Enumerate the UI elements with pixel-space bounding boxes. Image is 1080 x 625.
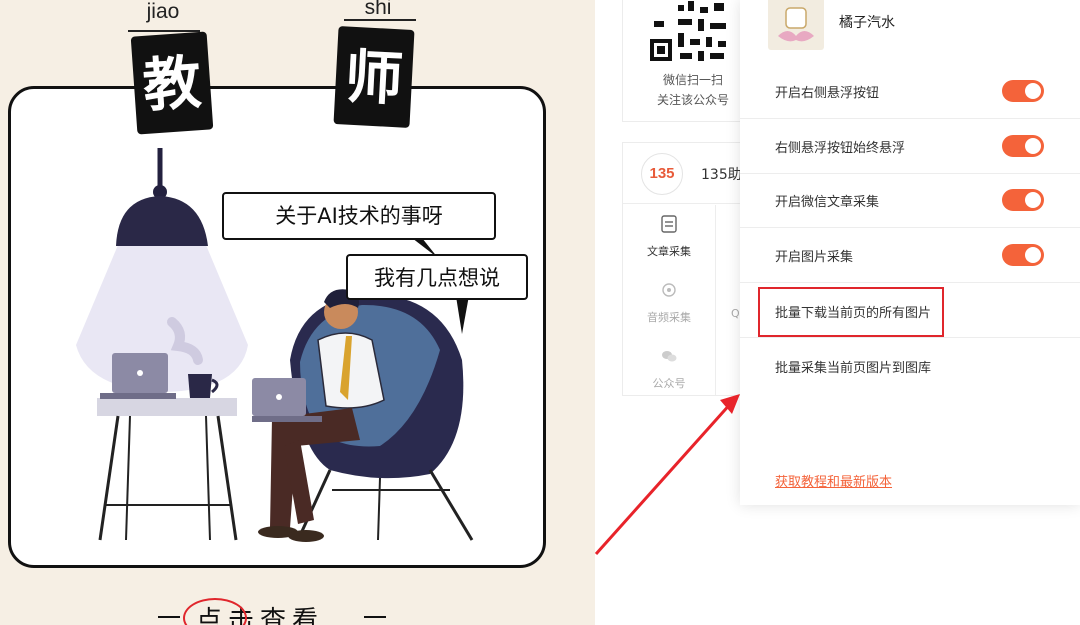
account-avatar [768,0,824,50]
setting-row-always-float: 右侧悬浮按钮始终悬浮 [740,119,1080,174]
image-collect-toggle[interactable] [1002,244,1044,266]
grid-label: 文章采集 [647,245,691,258]
speech-bubble-1: 关于AI技术的事呀 [222,192,496,240]
arrow-annotation-icon [594,394,740,556]
setting-label: 开启图片采集 [775,250,854,265]
divider [740,337,1080,338]
grid-audio-collect[interactable]: 音频采集 [623,271,715,335]
always-float-toggle[interactable] [1002,135,1044,157]
setting-row-wechat-collect: 开启微信文章采集 [740,173,1080,228]
float-button-toggle[interactable] [1002,80,1044,102]
document-icon [661,215,677,233]
account-name: 橘子汽水 [839,15,895,31]
teacher-illustration [76,148,474,542]
setting-row-image-collect: 开启图片采集 [740,228,1080,283]
audio-icon [662,283,676,297]
toggle-knob [1025,83,1041,99]
app-name: 135助 [701,167,742,183]
batch-collect-images-button[interactable]: 批量采集当前页图片到图库 [775,357,931,376]
grid-partial-label: Q [731,307,740,320]
app-logo: 135 [641,153,683,195]
setting-label: 开启微信文章采集 [775,195,880,210]
cta-dash-left [158,616,180,618]
wechat-collect-toggle[interactable] [1002,189,1044,211]
settings-panel: 橘子汽水 开启右侧悬浮按钮 右侧悬浮按钮始终悬浮 开启微信文章采集 开启图片采集… [740,0,1080,505]
qr-code-icon [648,0,730,65]
poster-image: jiao shi 教 师 关于AI技术的事呀 我有几点想说 点击查看 [0,0,595,625]
toggle-knob [1025,192,1041,208]
speech-bubble-2: 我有几点想说 [346,254,528,300]
grid-label: 音频采集 [647,311,691,324]
toggle-knob [1025,138,1041,154]
setting-label: 开启右侧悬浮按钮 [775,86,880,101]
wechat-icon [662,351,677,362]
batch-download-images-button[interactable]: 批量下载当前页的所有图片 [775,302,931,321]
cta-dash-right [364,616,386,618]
setting-label: 右侧悬浮按钮始终悬浮 [775,141,906,156]
tutorial-link[interactable]: 获取教程和最新版本 [775,471,892,490]
grid-article-collect[interactable]: 文章采集 [623,205,715,269]
toggle-knob [1025,247,1041,263]
lotus-icon [778,7,814,42]
grid-divider [715,205,716,395]
setting-row-float-button: 开启右侧悬浮按钮 [740,64,1080,119]
